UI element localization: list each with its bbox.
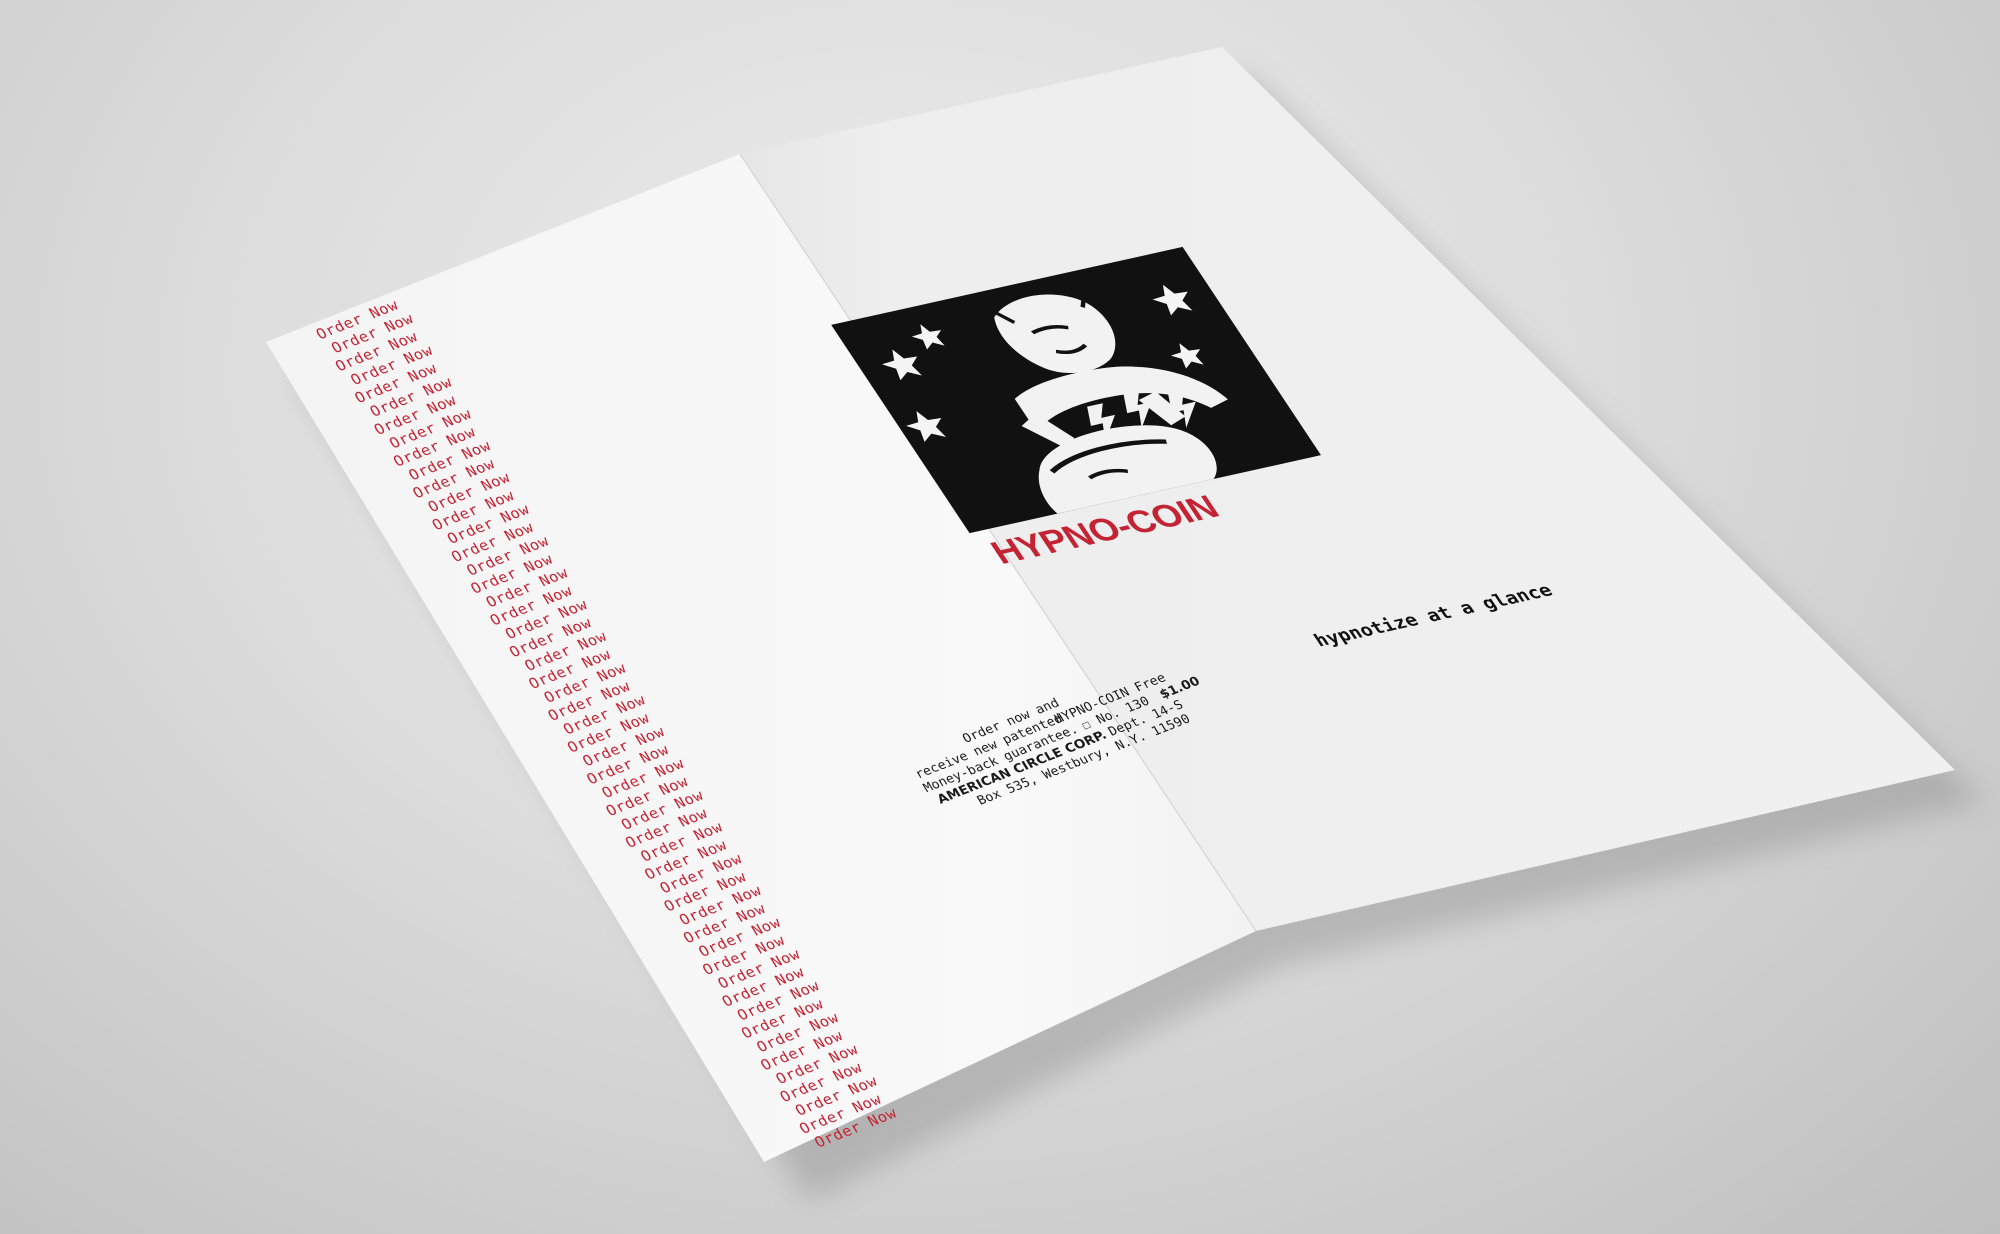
mockup-background: Order Now Order Now Order Now Order Now Orde… (0, 0, 2000, 1234)
brochure-mockup: Order NowOrder NowOrder NowOrder NowOrde… (266, 47, 1984, 1202)
